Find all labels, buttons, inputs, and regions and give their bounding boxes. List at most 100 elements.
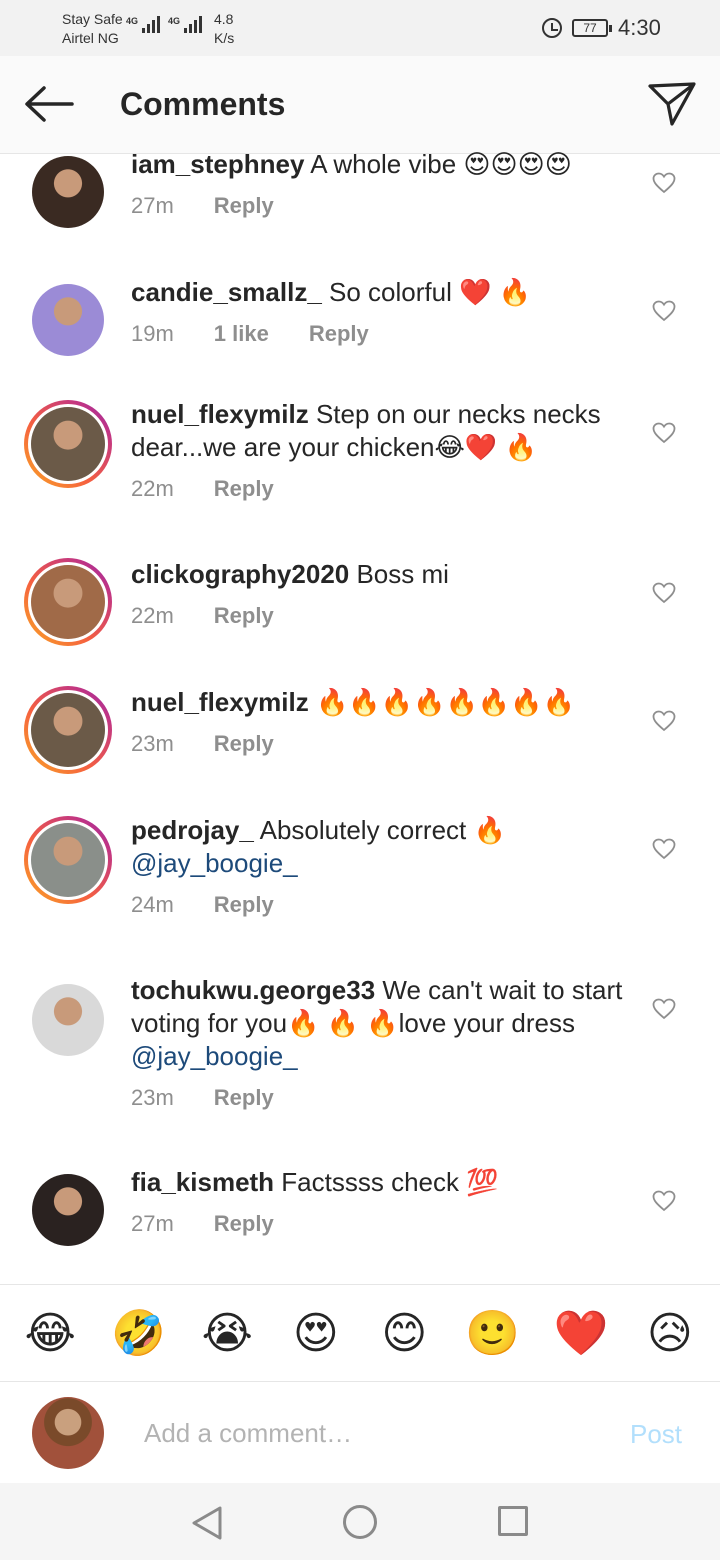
commenter-avatar[interactable] (24, 816, 112, 904)
avatar-image (31, 693, 105, 767)
comment-mention[interactable]: @jay_boogie_ (131, 848, 298, 878)
avatar-image (32, 984, 104, 1056)
comment-item: nuel_flexymilz Step on our necks necks d… (0, 399, 720, 520)
comment-input[interactable] (144, 1413, 584, 1453)
comment-username[interactable]: clickography2020 (131, 559, 349, 589)
comment-body: 🔥🔥🔥🔥🔥🔥🔥🔥 (308, 687, 575, 717)
avatar-frame (32, 1174, 104, 1246)
like-heart-icon[interactable] (652, 1190, 676, 1212)
comment-likes[interactable]: 1 like (214, 321, 269, 347)
signal-2-icon: 4G (168, 16, 203, 33)
reply-button[interactable]: Reply (214, 476, 274, 502)
commenter-avatar[interactable] (24, 686, 112, 774)
emoji-button[interactable]: ❤️ (551, 1307, 611, 1359)
emoji-button[interactable]: 😭 (197, 1308, 257, 1359)
comment-meta: 19m 1 like Reply (131, 321, 369, 347)
like-heart-icon[interactable] (652, 582, 676, 604)
battery-level: 77 (583, 21, 597, 35)
reply-button[interactable]: Reply (214, 892, 274, 918)
comment-composer: Post (0, 1383, 720, 1483)
like-heart-icon[interactable] (652, 998, 676, 1020)
nav-recents-icon[interactable] (498, 1506, 528, 1536)
comment-item: fia_kismeth Factssss check 💯 27m Reply (0, 1166, 720, 1288)
speed-value: 4.8 (214, 11, 234, 27)
carrier-line-1: Stay Safe (62, 11, 123, 27)
reply-button[interactable]: Reply (309, 321, 369, 347)
comment-username[interactable]: fia_kismeth (131, 1167, 274, 1197)
comment-item: tochukwu.george33 We can't wait to start… (0, 975, 720, 1110)
battery-icon: 77 (572, 19, 612, 37)
commenter-avatar[interactable] (24, 276, 112, 364)
like-heart-icon[interactable] (652, 422, 676, 444)
comment-time: 19m (131, 321, 174, 346)
avatar-frame (32, 984, 104, 1056)
avatar-image (31, 823, 105, 897)
comment-username[interactable]: pedrojay_ (131, 815, 254, 845)
emoji-button[interactable]: 🙂 (463, 1307, 523, 1359)
speed-unit: K/s (214, 30, 235, 46)
comment-username[interactable]: candie_smallz_ (131, 277, 322, 307)
comment-text: iam_stephney A whole vibe 😍😍😍😍 (131, 148, 631, 181)
emoji-button[interactable]: 😂 (20, 1308, 80, 1359)
share-button[interactable] (646, 80, 698, 128)
comment-meta: 22m Reply (131, 476, 274, 502)
network-1-label: 4G (126, 16, 139, 26)
commenter-avatar[interactable] (24, 558, 112, 646)
comment-time: 23m (131, 731, 174, 756)
comment-body: Boss mi (349, 559, 449, 589)
commenter-avatar[interactable] (24, 976, 112, 1064)
nav-back-icon[interactable] (190, 1505, 224, 1541)
header: Comments (0, 56, 720, 154)
like-heart-icon[interactable] (652, 710, 676, 732)
avatar-image (32, 284, 104, 356)
comment-time: 22m (131, 476, 174, 501)
reply-button[interactable]: Reply (214, 1085, 274, 1111)
avatar-frame (32, 156, 104, 228)
commenter-avatar[interactable] (24, 148, 112, 236)
comment-time: 27m (131, 1211, 174, 1236)
post-button[interactable]: Post (630, 1419, 682, 1450)
comment-time: 22m (131, 603, 174, 628)
comment-body: A whole vibe 😍😍😍😍 (304, 149, 572, 179)
network-2-label: 4G (168, 16, 181, 26)
arrow-left-icon (25, 86, 74, 122)
comment-body: So colorful ❤️ 🔥 (321, 277, 532, 307)
comment-username[interactable]: iam_stephney (131, 149, 304, 179)
like-heart-icon[interactable] (652, 300, 676, 322)
emoji-button[interactable]: 😍 (286, 1308, 346, 1359)
comment-body: Absolutely correct 🔥 (253, 815, 506, 845)
commenter-avatar[interactable] (24, 1166, 112, 1254)
comment-meta: 27m Reply (131, 193, 274, 219)
avatar-image (31, 407, 105, 481)
like-heart-icon[interactable] (652, 838, 676, 860)
network-speed: 4.8 K/s (214, 10, 234, 48)
comment-username[interactable]: nuel_flexymilz (131, 687, 309, 717)
commenter-avatar[interactable] (24, 400, 112, 488)
avatar-frame (28, 690, 108, 770)
comment-item: pedrojay_ Absolutely correct 🔥 @jay_boog… (0, 815, 720, 936)
comment-username[interactable]: nuel_flexymilz (131, 399, 309, 429)
back-button[interactable] (22, 84, 74, 124)
comment-item: nuel_flexymilz 🔥🔥🔥🔥🔥🔥🔥🔥 23m Reply (0, 686, 720, 808)
comment-meta: 27m Reply (131, 1211, 274, 1237)
emoji-button[interactable]: 🤣 (109, 1307, 169, 1359)
comment-username[interactable]: tochukwu.george33 (131, 975, 375, 1005)
emoji-button[interactable]: 😥 (640, 1308, 700, 1359)
comment-mention[interactable]: @jay_boogie_ (131, 1041, 298, 1071)
signal-1-icon: 4G (126, 16, 161, 33)
like-heart-icon[interactable] (652, 172, 676, 194)
avatar-frame (32, 284, 104, 356)
comment-item: clickography2020 Boss mi 22m Reply (0, 558, 720, 680)
reply-button[interactable]: Reply (214, 603, 274, 629)
reply-button[interactable]: Reply (214, 193, 274, 219)
my-avatar (32, 1397, 104, 1469)
reply-button[interactable]: Reply (214, 731, 274, 757)
emoji-quick-bar: 😂 🤣 😭 😍 😊 🙂 ❤️ 😥 (0, 1284, 720, 1382)
comment-text: fia_kismeth Factssss check 💯 (131, 1166, 631, 1199)
nav-home-icon[interactable] (343, 1505, 377, 1539)
reply-button[interactable]: Reply (214, 1211, 274, 1237)
comment-text: clickography2020 Boss mi (131, 558, 631, 591)
comment-time: 23m (131, 1085, 174, 1110)
alarm-icon (542, 18, 562, 38)
emoji-button[interactable]: 😊 (374, 1308, 434, 1359)
